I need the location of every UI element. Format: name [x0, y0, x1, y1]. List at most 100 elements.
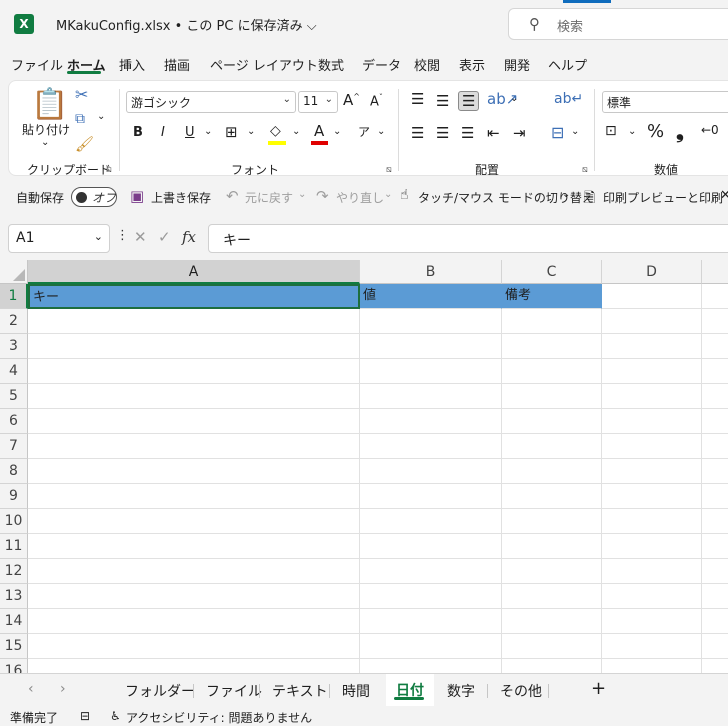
cell-a6[interactable] — [28, 409, 360, 434]
cell-a13[interactable] — [28, 584, 360, 609]
cell-b14[interactable] — [360, 609, 502, 634]
increase-font-icon[interactable]: A^ — [343, 91, 360, 109]
cell-c13[interactable] — [502, 584, 602, 609]
cell-c11[interactable] — [502, 534, 602, 559]
cell-d12[interactable] — [602, 559, 702, 584]
select-all-button[interactable] — [0, 260, 28, 284]
row-header-11[interactable]: 11 — [0, 534, 28, 559]
cell-a7[interactable] — [28, 434, 360, 459]
cell-a4[interactable] — [28, 359, 360, 384]
paste-icon[interactable]: 📋 — [31, 87, 68, 122]
cancel-icon[interactable]: ✕ — [134, 228, 147, 246]
copy-dropdown-icon[interactable]: ⌄ — [97, 111, 105, 122]
cell-e16[interactable] — [702, 659, 728, 673]
cell-b4[interactable] — [360, 359, 502, 384]
cell-a8[interactable] — [28, 459, 360, 484]
print-preview-icon[interactable]: 🗎 — [584, 187, 595, 211]
tab-view[interactable]: 表示 — [459, 55, 485, 74]
bold-button[interactable]: B — [133, 125, 143, 140]
cell-e10[interactable] — [702, 509, 728, 534]
row-header-10[interactable]: 10 — [0, 509, 28, 534]
cell-d3[interactable] — [602, 334, 702, 359]
column-header-b[interactable]: B — [360, 260, 502, 284]
cell-d7[interactable] — [602, 434, 702, 459]
cell-e15[interactable] — [702, 634, 728, 659]
fill-color-icon[interactable]: ◇ — [270, 123, 281, 139]
column-header-c[interactable]: C — [502, 260, 602, 284]
cell-e9[interactable] — [702, 484, 728, 509]
cell-c10[interactable] — [502, 509, 602, 534]
cell-e4[interactable] — [702, 359, 728, 384]
undo-icon[interactable]: ↶ — [226, 187, 239, 205]
row-header-6[interactable]: 6 — [0, 409, 28, 434]
cell-a1[interactable]: キー — [28, 284, 360, 309]
tab-formulas[interactable]: 数式 — [318, 55, 344, 74]
cell-c8[interactable] — [502, 459, 602, 484]
cell-e14[interactable] — [702, 609, 728, 634]
cell-a2[interactable] — [28, 309, 360, 334]
tab-draw[interactable]: 描画 — [164, 55, 190, 74]
clipboard-launcher-icon[interactable]: ⧅ — [106, 165, 112, 175]
row-header-5[interactable]: 5 — [0, 384, 28, 409]
underline-button[interactable]: U — [185, 125, 195, 140]
touch-mode-dropdown-icon[interactable]: ⌄ — [562, 189, 570, 200]
phonetic-dropdown-icon[interactable]: ⌄ — [377, 126, 385, 137]
formula-input[interactable]: キー — [208, 224, 728, 253]
format-painter-icon[interactable]: 🖌 — [75, 135, 94, 153]
redo-icon[interactable]: ↷ — [316, 187, 329, 205]
tab-help[interactable]: ヘルプ — [548, 55, 587, 74]
tab-review[interactable]: 校閲 — [414, 55, 440, 74]
cell-b12[interactable] — [360, 559, 502, 584]
cell-b3[interactable] — [360, 334, 502, 359]
cell-c16[interactable] — [502, 659, 602, 673]
cell-e5[interactable] — [702, 384, 728, 409]
cell-a15[interactable] — [28, 634, 360, 659]
cell-a3[interactable] — [28, 334, 360, 359]
cell-b15[interactable] — [360, 634, 502, 659]
number-format-select[interactable]: 標準 — [602, 91, 728, 113]
comma-style-button[interactable]: ❟ — [676, 119, 684, 143]
confirm-icon[interactable]: ✓ — [158, 228, 171, 246]
tab-file[interactable]: ファイル — [11, 55, 63, 74]
cell-e7[interactable] — [702, 434, 728, 459]
cell-b8[interactable] — [360, 459, 502, 484]
cell-d13[interactable] — [602, 584, 702, 609]
save-button[interactable]: 上書き保存 — [151, 189, 211, 206]
cell-b5[interactable] — [360, 384, 502, 409]
file-title[interactable]: MKakuConfig.xlsx • この PC に保存済み ⌵ — [56, 15, 317, 34]
orientation-dropdown-icon[interactable]: ⌄ — [510, 93, 518, 104]
paste-button[interactable]: 貼り付け — [22, 121, 70, 138]
cell-d4[interactable] — [602, 359, 702, 384]
borders-dropdown-icon[interactable]: ⌄ — [247, 126, 255, 137]
accounting-format-icon[interactable]: ⊡ — [605, 123, 617, 139]
cell-b16[interactable] — [360, 659, 502, 673]
row-header-1[interactable]: 1 — [0, 284, 28, 309]
underline-dropdown-icon[interactable]: ⌄ — [204, 126, 212, 137]
cell-a9[interactable] — [28, 484, 360, 509]
cell-a12[interactable] — [28, 559, 360, 584]
decrease-font-icon[interactable]: Aˇ — [370, 93, 383, 109]
cell-d14[interactable] — [602, 609, 702, 634]
borders-icon[interactable]: ⊞ — [225, 123, 238, 141]
cell-c3[interactable] — [502, 334, 602, 359]
cut-icon[interactable]: ✂ — [75, 85, 88, 104]
cell-e8[interactable] — [702, 459, 728, 484]
sheet-tab-text[interactable]: テキスト — [272, 681, 328, 701]
prev-sheet-icon[interactable]: ‹ — [28, 681, 34, 697]
font-color-dropdown-icon[interactable]: ⌄ — [333, 126, 341, 137]
more-options-icon[interactable]: ⋮ — [116, 228, 129, 243]
row-header-9[interactable]: 9 — [0, 484, 28, 509]
row-header-3[interactable]: 3 — [0, 334, 28, 359]
tab-insert[interactable]: 挿入 — [119, 55, 145, 74]
cell-d8[interactable] — [602, 459, 702, 484]
cell-b11[interactable] — [360, 534, 502, 559]
cell-d10[interactable] — [602, 509, 702, 534]
copy-icon[interactable]: ⧉ — [75, 111, 85, 127]
align-middle-icon[interactable]: ☰ — [436, 92, 449, 110]
cell-b6[interactable] — [360, 409, 502, 434]
cell-e11[interactable] — [702, 534, 728, 559]
insert-function-button[interactable]: fx — [182, 228, 196, 246]
cell-e13[interactable] — [702, 584, 728, 609]
cell-a10[interactable] — [28, 509, 360, 534]
row-header-12[interactable]: 12 — [0, 559, 28, 584]
